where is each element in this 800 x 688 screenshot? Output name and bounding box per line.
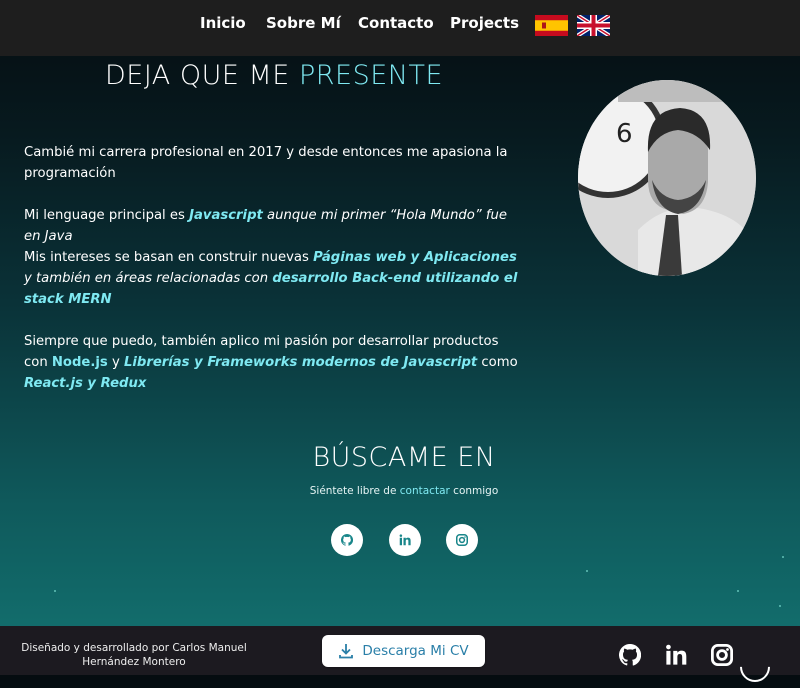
about-p4-highlight-2: Librerías y Frameworks modernos de Javas… [123,355,478,370]
about-title-main: DEJA QUE ME [104,60,299,91]
background-star [586,570,588,572]
nav-contacto[interactable]: Contacto [358,14,434,32]
background-star [779,605,781,607]
spanish-flag-icon[interactable] [535,15,568,36]
instagram-icon [456,534,468,546]
about-p2-text-a: Mi lenguage principal es [24,208,190,223]
linkedin-icon[interactable] [665,644,687,666]
uk-flag-icon[interactable] [577,15,610,36]
linkedin-icon [399,534,411,546]
background-star [782,556,784,558]
contact-sub-text-b: conmigo [449,485,499,497]
linkedin-button[interactable] [389,524,421,556]
about-p3-text-a: Mis intereses se basan en construir nuev… [24,250,314,265]
top-navbar: Inicio Sobre Mí Contacto Projects [0,0,800,56]
about-paragraph-2: Mi lenguage principal es Javascript aunq… [24,205,524,247]
github-icon [341,534,353,546]
about-p3-highlight-1: Páginas web y Aplicaciones [313,250,517,265]
svg-text:6: 6 [616,119,633,149]
contact-sub-text-a: Siéntete libre de [309,485,400,497]
footer-credit: Diseñado y desarrollado por Carlos Manue… [21,642,247,668]
about-p4-text-b: y [107,355,124,370]
about-paragraph-1: Cambié mi carrera profesional en 2017 y … [24,142,524,184]
contact-subtitle: Siéntete libre de contactar conmigo [0,485,800,497]
background-star [737,590,739,592]
github-button[interactable] [331,524,363,556]
about-title-accent: PRESENTE [298,60,444,91]
nav-inicio[interactable]: Inicio [200,14,246,32]
nav-sobre-mi[interactable]: Sobre Mí [266,14,341,32]
download-icon [339,644,354,659]
about-p2-highlight: Javascript [189,208,263,223]
about-p4-highlight-1: Node.js [51,355,108,370]
about-title: DEJA QUE ME PRESENTE [0,60,548,91]
about-p3-text-b: y también en áreas relacionadas con [24,271,273,286]
contact-link[interactable]: contactar [400,485,450,497]
instagram-icon[interactable] [711,644,733,666]
about-paragraph-3: Mis intereses se basan en construir nuev… [24,247,524,310]
about-p4-highlight-3: React.js y Redux [24,376,147,391]
instagram-button[interactable] [446,524,478,556]
about-p4-text-c: como [477,355,518,370]
background-star [54,590,56,592]
about-paragraph-4: Siempre que puedo, también aplico mi pas… [24,331,524,394]
contact-title: BÚSCAME EN [312,442,496,473]
download-cv-label: Descarga Mi CV [362,643,469,659]
nav-projects[interactable]: Projects [450,14,519,32]
download-cv-button[interactable]: Descarga Mi CV [322,635,485,667]
profile-photo: 6 [578,80,756,276]
about-p1-text: Cambié mi carrera profesional en 2017 y … [24,145,508,181]
github-icon[interactable] [619,644,641,666]
